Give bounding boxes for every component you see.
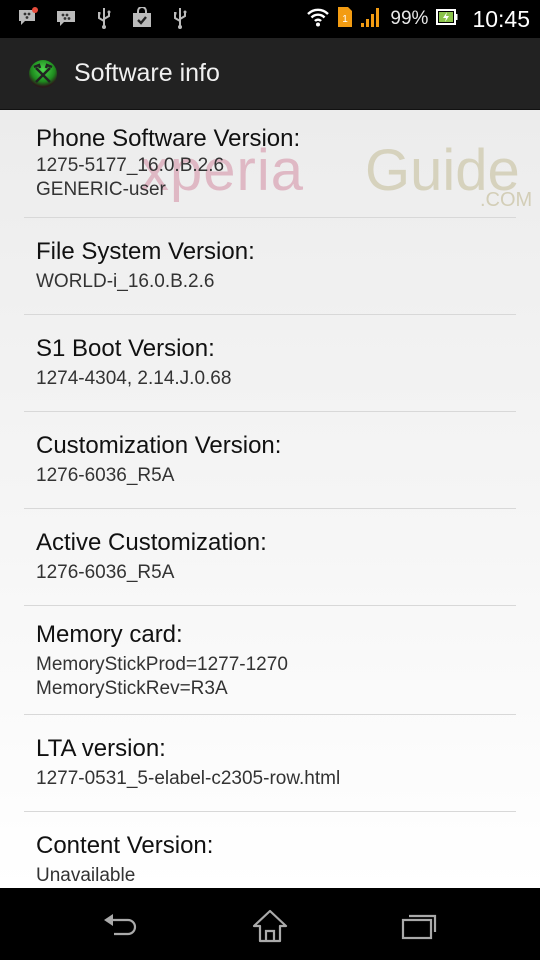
status-bar: 1 99% 10:45 <box>0 0 540 38</box>
signal-strength-icon <box>360 6 382 32</box>
info-label: Customization Version: <box>36 432 282 459</box>
info-list: Phone Software Version: 1275-5177_16.0.B… <box>24 110 516 888</box>
info-item-content-version[interactable]: Content Version: Unavailable <box>24 812 516 888</box>
wifi-icon <box>306 6 330 32</box>
shopping-bag-check-icon <box>130 6 154 30</box>
info-value: 1276-6036_R5A <box>36 465 175 486</box>
info-value: WORLD-i_16.0.B.2.6 <box>36 271 215 292</box>
info-item-phone-software-version[interactable]: Phone Software Version: 1275-5177_16.0.B… <box>24 110 516 218</box>
bbm-icon <box>54 6 78 30</box>
info-label: LTA version: <box>36 735 166 762</box>
sim-label: 1 <box>343 14 349 25</box>
info-label: Phone Software Version: <box>36 125 301 152</box>
software-info-list-container[interactable]: xperia Guide .COM Phone Software Version… <box>0 110 540 888</box>
info-value: 1275-5177_16.0.B.2.6 GENERIC-user <box>36 155 225 200</box>
back-button[interactable] <box>100 908 140 944</box>
bbm-message-icon <box>16 6 40 30</box>
home-icon <box>252 909 288 943</box>
action-bar: Software info <box>0 38 540 111</box>
navigation-bar <box>0 888 540 960</box>
battery-charging-icon <box>436 9 458 29</box>
info-item-file-system-version[interactable]: File System Version: WORLD-i_16.0.B.2.6 <box>24 218 516 315</box>
notification-icons <box>16 6 192 30</box>
usb-icon <box>92 6 116 30</box>
clock: 10:45 <box>472 5 530 32</box>
info-value: 1276-6036_R5A <box>36 562 175 583</box>
info-label: S1 Boot Version: <box>36 335 215 362</box>
info-value: 1277-0531_5-elabel-c2305-row.html <box>36 768 341 789</box>
sim-card-icon: 1 <box>338 7 353 31</box>
recents-icon <box>401 914 437 940</box>
app-icon[interactable] <box>28 59 58 89</box>
back-icon <box>104 914 137 936</box>
info-item-s1-boot-version[interactable]: S1 Boot Version: 1274-4304, 2.14.J.0.68 <box>24 315 516 412</box>
battery-percentage: 99% <box>390 8 429 29</box>
info-label: Active Customization: <box>36 529 267 556</box>
info-item-customization-version[interactable]: Customization Version: 1276-6036_R5A <box>24 412 516 509</box>
info-item-memory-card[interactable]: Memory card: MemoryStickProd=1277-1270 M… <box>24 606 516 715</box>
system-indicators: 1 99% 10:45 <box>306 0 530 38</box>
recents-button[interactable] <box>400 908 440 944</box>
info-value: Unavailable <box>36 865 136 886</box>
info-label: Content Version: <box>36 832 214 859</box>
info-item-active-customization[interactable]: Active Customization: 1276-6036_R5A <box>24 509 516 606</box>
info-item-lta-version[interactable]: LTA version: 1277-0531_5-elabel-c2305-ro… <box>24 715 516 812</box>
home-button[interactable] <box>250 908 290 944</box>
info-value: 1274-4304, 2.14.J.0.68 <box>36 368 232 389</box>
page-title: Software info <box>74 59 220 87</box>
usb-debug-icon <box>168 6 192 30</box>
info-value: MemoryStickProd=1277-1270 MemoryStickRev… <box>36 654 288 699</box>
info-label: Memory card: <box>36 621 183 648</box>
info-label: File System Version: <box>36 238 255 265</box>
